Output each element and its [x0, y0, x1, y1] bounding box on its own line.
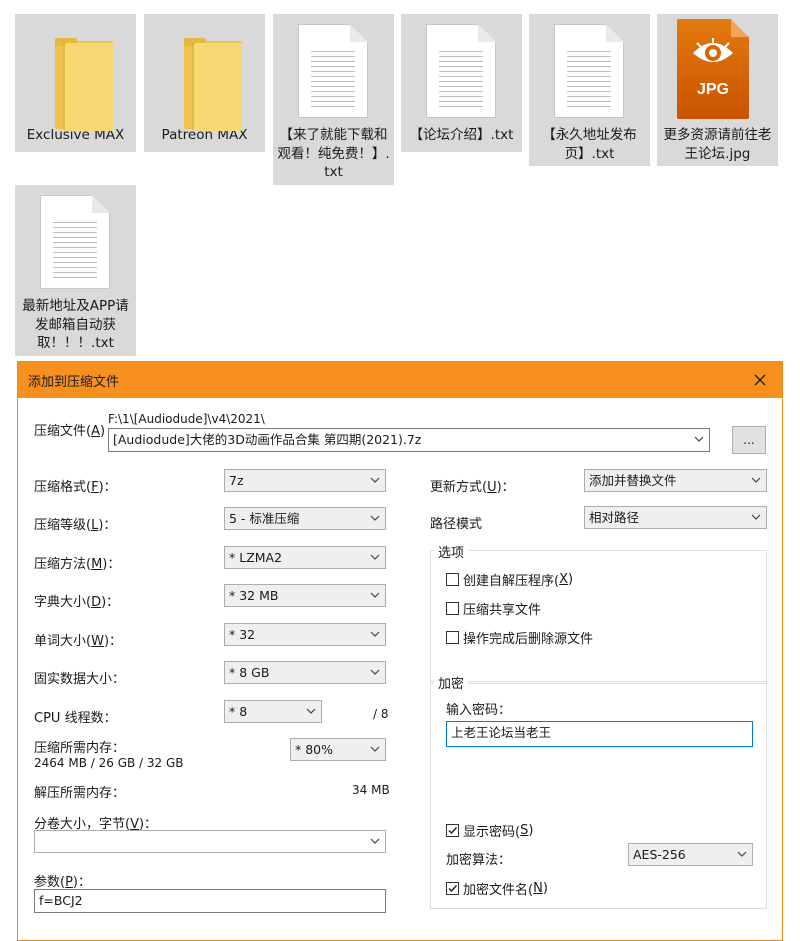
memory-usage-select[interactable]: * 80% [290, 738, 386, 761]
chevron-down-icon [694, 436, 704, 442]
file-jpg-more-resources[interactable]: JPG 更多资源请前往老王论坛.jpg [657, 14, 778, 166]
chevron-down-icon [370, 592, 380, 598]
params-input[interactable]: f=BCJ2 [34, 889, 386, 913]
encryption-group-title: 加密 [434, 673, 469, 692]
jpg-image-icon: JPG [657, 14, 778, 122]
file-name: 更多资源请前往老王论坛.jpg [663, 127, 772, 162]
update-mode-label: 更新方式(U)： [430, 480, 515, 495]
password-label: 输入密码： [446, 703, 512, 718]
chevron-down-icon [370, 838, 380, 844]
checkbox-box [446, 882, 459, 895]
params-label: 参数(P)： [34, 875, 91, 890]
browse-button[interactable]: ... [732, 426, 766, 454]
update-mode-select[interactable]: 添加并替换文件 [584, 469, 767, 492]
chevron-down-icon [751, 514, 761, 520]
decompress-memory-label: 解压所需内存： [34, 786, 126, 801]
eye-icon [693, 38, 733, 62]
file-txt-latest-address[interactable]: 最新地址及APP请发邮箱自动获取！！！.txt [15, 185, 136, 356]
chevron-down-icon [370, 631, 380, 637]
file-folder-patreon-max[interactable]: Patreon MAX [144, 14, 265, 152]
text-document-icon [529, 14, 650, 122]
file-name: 【来了就能下载和观看！纯免费！】.txt [277, 127, 390, 180]
delete-after-checkbox[interactable]: 操作完成后删除源文件 [446, 628, 593, 647]
path-mode-label: 路径模式 [430, 517, 483, 532]
word-size-label: 单词大小(W)： [34, 634, 123, 649]
cpu-threads-label: CPU 线程数： [34, 711, 117, 726]
chevron-down-icon [737, 851, 747, 857]
archive-label: 压缩文件(A) [34, 424, 106, 439]
password-input[interactable]: 上老王论坛当老王 [446, 721, 753, 747]
chevron-down-icon [370, 477, 380, 483]
text-document-icon [401, 14, 522, 122]
volume-size-combo[interactable] [34, 830, 386, 853]
text-document-icon [273, 14, 394, 122]
checkmark-icon [448, 885, 458, 893]
file-name: 【论坛介绍】.txt [409, 127, 514, 143]
options-group-title: 选项 [434, 542, 469, 561]
encryption-method-label: 加密算法： [446, 853, 512, 868]
path-mode-select[interactable]: 相对路径 [584, 506, 767, 529]
text-document-icon [15, 185, 136, 293]
compress-memory-detail: 2464 MB / 26 GB / 32 GB [34, 756, 184, 770]
dictionary-label: 字典大小(D)： [34, 595, 120, 610]
checkbox-box [446, 631, 459, 644]
cpu-threads-select[interactable]: * 8 [224, 700, 322, 723]
archive-filename: [Audiodude]大佬的3D动画作品合集 第四期(2021).7z [113, 432, 422, 447]
file-txt-download[interactable]: 【来了就能下载和观看！纯免费！】.txt [273, 14, 394, 185]
file-txt-permanent-address[interactable]: 【永久地址发布页】.txt [529, 14, 650, 166]
chevron-down-icon [370, 746, 380, 752]
checkmark-icon [448, 827, 458, 835]
decompress-memory-value: 34 MB [352, 783, 390, 797]
method-select[interactable]: * LZMA2 [224, 546, 386, 569]
level-label: 压缩等级(L)： [34, 518, 117, 533]
word-size-select[interactable]: * 32 [224, 623, 386, 646]
chevron-down-icon [751, 477, 761, 483]
dialog-titlebar: 添加到压缩文件 [18, 362, 782, 398]
level-select[interactable]: 5 - 标准压缩 [224, 507, 386, 530]
checkbox-box [446, 824, 459, 837]
encrypt-filenames-checkbox[interactable]: 加密文件名(N) [446, 879, 548, 898]
file-folder-exclusive-max[interactable]: Exclusive MAX [15, 14, 136, 152]
folder-icon [144, 14, 265, 131]
format-label: 压缩格式(F)： [34, 480, 117, 495]
solid-size-label: 固实数据大小： [34, 672, 126, 687]
file-name: 最新地址及APP请发邮箱自动获取！！！.txt [22, 298, 129, 351]
file-txt-forum-intro[interactable]: 【论坛介绍】.txt [401, 14, 522, 152]
show-password-checkbox[interactable]: 显示密码(S) [446, 821, 533, 840]
chevron-down-icon [370, 554, 380, 560]
method-label: 压缩方法(M)： [34, 557, 121, 572]
add-to-archive-dialog: 添加到压缩文件 压缩文件(A) F:\1\[Audiodude]\v4\2021… [17, 361, 783, 941]
compress-shared-checkbox[interactable]: 压缩共享文件 [446, 599, 541, 618]
checkbox-box [446, 573, 459, 586]
chevron-down-icon [370, 669, 380, 675]
compress-memory-label: 压缩所需内存： [34, 741, 126, 756]
dictionary-select[interactable]: * 32 MB [224, 584, 386, 607]
format-select[interactable]: 7z [224, 469, 386, 492]
close-button[interactable] [748, 368, 772, 392]
file-name: 【永久地址发布页】.txt [542, 127, 637, 162]
dialog-content: 压缩文件(A) F:\1\[Audiodude]\v4\2021\ [Audio… [18, 398, 782, 938]
checkbox-box [446, 602, 459, 615]
chevron-down-icon [370, 515, 380, 521]
solid-size-select[interactable]: * 8 GB [224, 661, 386, 684]
jpg-badge: JPG [696, 81, 729, 98]
close-icon [754, 374, 766, 386]
cpu-threads-max: / 8 [373, 707, 389, 721]
folder-icon [15, 14, 136, 131]
archive-path: F:\1\[Audiodude]\v4\2021\ [108, 412, 265, 426]
chevron-down-icon [306, 708, 316, 714]
dialog-title: 添加到压缩文件 [28, 374, 120, 390]
archive-filename-combo[interactable]: [Audiodude]大佬的3D动画作品合集 第四期(2021).7z [108, 428, 710, 452]
encryption-method-select[interactable]: AES-256 [628, 843, 753, 866]
create-sfx-checkbox[interactable]: 创建自解压程序(X) [446, 570, 573, 589]
